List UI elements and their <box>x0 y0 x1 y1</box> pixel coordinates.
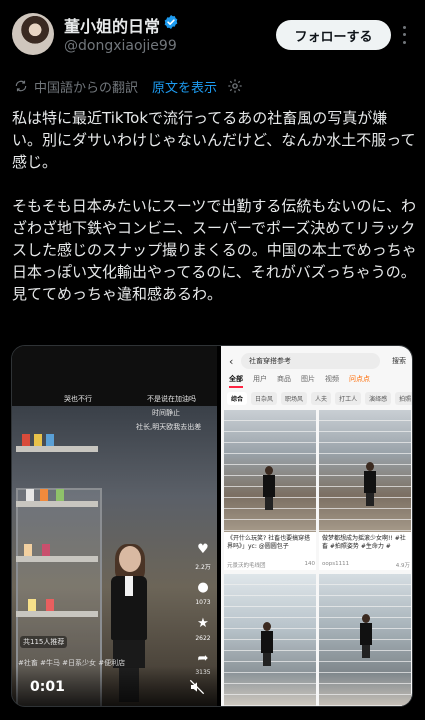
person-figure <box>262 466 276 510</box>
favorite-count: 2622 <box>195 635 211 642</box>
heart-icon[interactable]: ♥ <box>194 542 212 557</box>
tab-live: 问点点 <box>349 375 370 383</box>
product <box>28 599 36 611</box>
username[interactable]: @dongxiaojie99 <box>64 38 177 54</box>
result-card <box>319 574 411 706</box>
search-button: 搜索 <box>392 357 406 365</box>
video-caption: 时间静止 <box>152 409 180 417</box>
chip: 职场风 <box>281 392 308 405</box>
back-icon: ‹ <box>229 354 234 368</box>
video-caption: 不是说在加油吗 <box>147 395 196 403</box>
card-likes: 140 <box>304 561 316 567</box>
filter-chips: 综合 日杂风 职场风 人夫 打工人 演绎感 拍照 <box>227 392 412 405</box>
chip: 综合 <box>227 392 248 405</box>
tab-products: 商品 <box>277 375 291 383</box>
product <box>22 434 30 446</box>
result-card: 做梦都想成为摇滚少女啊!! #社畜 #拍照姿势 #生命力 # oops1111 … <box>319 410 411 570</box>
shelf <box>16 556 98 562</box>
recommend-badge: 共115人推荐 <box>20 636 68 648</box>
chip: 人夫 <box>311 392 332 405</box>
display-name[interactable]: 董小姐的日常 <box>64 13 160 37</box>
result-card <box>224 574 316 706</box>
card-title: 《开什么玩笑? 社畜也要搞穿搭界吗》」yc: @圆圆包子 <box>227 535 311 550</box>
translate-icon <box>15 80 27 92</box>
tab-images: 图片 <box>301 375 315 383</box>
mute-icon[interactable] <box>188 679 206 695</box>
chip: 打工人 <box>335 392 362 405</box>
search-screenshot[interactable]: ‹ 社畜穿搭参考 搜索 全部 用户 商品 图片 视频 问点点 综合 日杂风 职场… <box>221 346 412 706</box>
video-caption: 哭也不行 <box>64 395 92 403</box>
translation-row: 中国語からの翻訳 原文を表示 <box>14 76 243 96</box>
video-timecode: 0:01 <box>30 679 65 695</box>
card-author: 元景沃的毛线团 <box>227 563 266 569</box>
shelf <box>16 611 98 617</box>
person-figure <box>359 614 373 658</box>
avatar[interactable] <box>12 13 54 55</box>
card-meta: 元景沃的毛线团 140 <box>227 561 315 569</box>
card-photo <box>224 410 316 532</box>
card-photo <box>319 574 411 706</box>
shelf <box>16 501 98 507</box>
follow-button[interactable]: フォローする <box>276 20 391 50</box>
tweet-paragraph-2: そもそも日本みたいにスーツで出勤する伝統もないのに、わざわざ地下鉄やコンビニ、ス… <box>12 197 417 303</box>
card-photo <box>319 410 411 532</box>
tab-all: 全部 <box>229 374 243 388</box>
translation-note: 中国語からの翻訳 <box>34 80 139 96</box>
search-tabs: 全部 用户 商品 图片 视频 问点点 <box>229 374 409 388</box>
comment-count: 1073 <box>195 599 211 606</box>
tab-users: 用户 <box>253 375 267 383</box>
chip: 日杂风 <box>251 392 278 405</box>
search-bar: ‹ 社畜穿搭参考 搜索 <box>229 352 406 370</box>
tweet-body: 私は特に最近TikTokで流行ってるあの社畜風の写真が嫌い。別にダサいわけじゃな… <box>12 107 417 305</box>
chip: 演绎感 <box>365 392 392 405</box>
card-author: oops1111 <box>322 561 350 567</box>
star-icon[interactable]: ★ <box>194 616 212 631</box>
product <box>56 489 64 501</box>
verified-badge-icon <box>164 15 178 29</box>
product <box>40 489 48 501</box>
card-meta: oops1111 4.9万 <box>322 561 410 569</box>
tweet-paragraph-1: 私は特に最近TikTokで流行ってるあの社畜風の写真が嫌い。別にダサいわけじゃな… <box>12 109 416 171</box>
video-player[interactable]: 哭也不行 不是说在加油吗 时间静止 社长,明天欧我去出差 ♥ 2.2万 ● 10… <box>12 346 217 706</box>
share-icon[interactable]: ➦ <box>194 651 212 666</box>
person-figure <box>363 462 377 506</box>
card-photo <box>224 574 316 706</box>
tab-videos: 视频 <box>325 375 339 383</box>
product <box>46 434 54 446</box>
chip: 拍照 <box>395 392 412 405</box>
like-count: 2.2万 <box>195 564 211 571</box>
person-figure <box>260 622 274 666</box>
comment-icon[interactable]: ● <box>194 580 212 595</box>
tweet-header: 董小姐的日常 @dongxiaojie99 フォローする <box>0 0 425 66</box>
product <box>34 434 42 446</box>
card-title: 做梦都想成为摇滚少女啊!! #社畜 #拍照姿势 #生命力 # <box>322 535 406 550</box>
more-options-icon[interactable] <box>399 24 409 46</box>
show-original-link[interactable]: 原文を表示 <box>152 77 217 96</box>
product <box>26 489 34 501</box>
settings-gear-icon[interactable] <box>227 78 243 94</box>
search-query: 社畜穿搭参考 <box>241 353 380 369</box>
result-card: 《开什么玩笑? 社畜也要搞穿搭界吗》」yc: @圆圆包子 元景沃的毛线团 140 <box>224 410 316 570</box>
product <box>24 544 32 556</box>
shelf <box>16 446 98 452</box>
product <box>46 599 54 611</box>
card-likes: 4.9万 <box>395 563 410 569</box>
video-caption: 社长,明天欧我去出差 <box>136 423 202 431</box>
video-tags: #社畜 #牛马 #日系少女 #便利店 <box>18 659 126 667</box>
media-grid: 哭也不行 不是说在加油吗 时间静止 社长,明天欧我去出差 ♥ 2.2万 ● 10… <box>11 345 413 707</box>
product <box>42 544 50 556</box>
